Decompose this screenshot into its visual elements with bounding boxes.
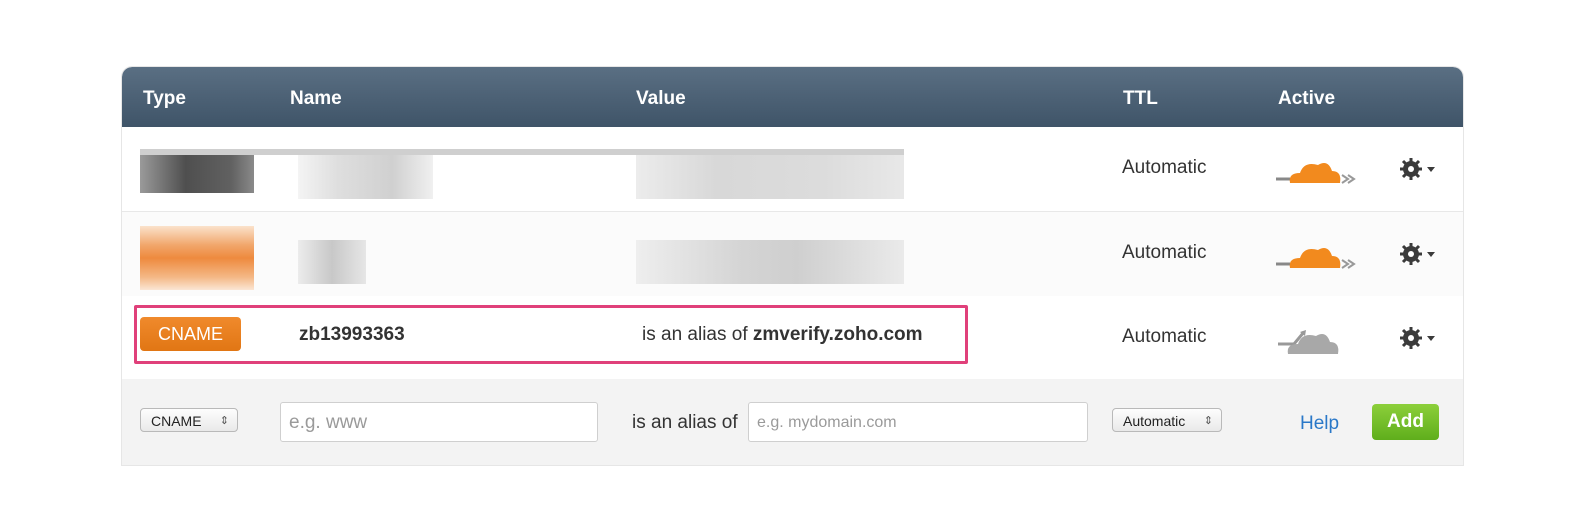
obscured-type	[140, 153, 254, 193]
select-arrows-icon: ⇕	[219, 415, 229, 427]
obscured-value	[636, 155, 904, 199]
obscured-type	[140, 226, 254, 290]
inactive-cloud-icon[interactable]	[1272, 322, 1362, 358]
value-input[interactable]: e.g. mydomain.com	[748, 402, 1088, 442]
ttl-select[interactable]: Automatic ⇕	[1112, 408, 1222, 432]
table-header: Type Name Value TTL Active	[122, 67, 1463, 127]
name-input[interactable]: e.g. www	[280, 402, 598, 442]
gear-icon[interactable]	[1397, 154, 1441, 184]
header-active: Active	[1278, 88, 1336, 109]
obscured-divider	[140, 149, 904, 155]
dns-records-table: Type Name Value TTL Active Automatic Aut…	[122, 67, 1463, 465]
ttl-select-value: Automatic	[1123, 413, 1186, 429]
header-value: Value	[636, 88, 686, 109]
ttl-value: Automatic	[1122, 242, 1207, 263]
add-button[interactable]: Add	[1372, 404, 1439, 440]
active-cloud-icon[interactable]	[1272, 238, 1362, 274]
help-link[interactable]: Help	[1300, 413, 1339, 435]
record-type-select[interactable]: CNAME ⇕	[140, 408, 238, 432]
header-type: Type	[143, 88, 186, 109]
obscured-value	[636, 240, 904, 284]
table-row[interactable]: Automatic	[122, 127, 1463, 212]
obscured-name	[298, 240, 366, 284]
table-row[interactable]: Automatic	[122, 212, 1463, 297]
obscured-name	[298, 155, 433, 199]
add-record-form: CNAME ⇕ e.g. www is an alias of e.g. myd…	[122, 379, 1463, 465]
highlight-box	[134, 305, 968, 364]
select-arrows-icon: ⇕	[1203, 415, 1213, 427]
gear-icon[interactable]	[1397, 239, 1441, 269]
active-cloud-icon[interactable]	[1272, 153, 1362, 189]
ttl-value: Automatic	[1122, 157, 1207, 178]
header-ttl: TTL	[1123, 88, 1158, 109]
record-type-select-value: CNAME	[151, 413, 202, 429]
gear-icon[interactable]	[1397, 323, 1441, 353]
header-name: Name	[290, 88, 342, 109]
ttl-value: Automatic	[1122, 326, 1207, 347]
alias-label: is an alias of	[632, 412, 738, 433]
